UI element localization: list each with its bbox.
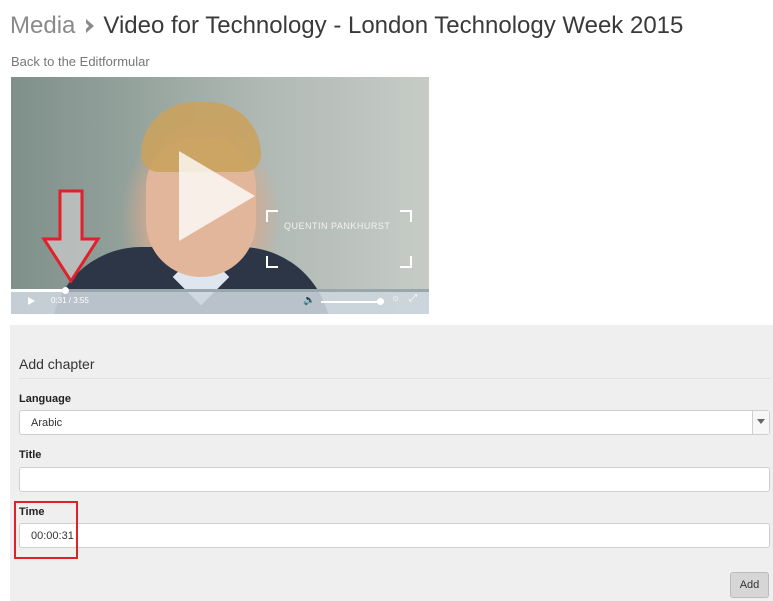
title-label: Title: [19, 449, 42, 461]
play-icon[interactable]: [28, 297, 35, 305]
time-input[interactable]: 00:00:31: [19, 523, 770, 548]
lower-third-name: QUENTIN PANKHURST: [284, 221, 391, 231]
frame-corner: [400, 210, 412, 222]
language-select[interactable]: Arabic: [19, 410, 770, 435]
video-player[interactable]: QUENTIN PANKHURST 0:31 / 3:55 🔈 ☼ ⤢: [11, 77, 429, 314]
progress-fill: [11, 289, 66, 292]
chevron-down-icon[interactable]: [752, 411, 769, 434]
frame-corner: [266, 210, 278, 222]
breadcrumb-media[interactable]: Media: [10, 12, 75, 40]
volume-handle[interactable]: [377, 298, 384, 305]
volume-icon[interactable]: 🔈: [303, 295, 315, 306]
volume-slider[interactable]: [321, 301, 381, 303]
lower-third-name-box: QUENTIN PANKHURST: [266, 210, 412, 268]
page-header: Media Video for Technology - London Tech…: [10, 9, 683, 43]
back-to-editformular-link[interactable]: Back to the Editformular: [11, 54, 150, 69]
frame-corner: [400, 256, 412, 268]
down-arrow-annotation-icon: [41, 189, 101, 284]
language-select-value: Arabic: [31, 417, 63, 429]
progress-handle[interactable]: [62, 287, 69, 294]
page-title: Video for Technology - London Technology…: [103, 12, 684, 39]
time-display: 0:31 / 3:55: [51, 296, 89, 305]
lightbulb-icon[interactable]: ☼: [391, 293, 400, 304]
frame-corner: [266, 256, 278, 268]
fullscreen-icon[interactable]: ⤢: [409, 293, 417, 304]
play-overlay-icon[interactable]: [179, 151, 255, 241]
language-label: Language: [19, 393, 71, 405]
chevron-right-icon: [83, 16, 97, 36]
add-button[interactable]: Add: [730, 572, 769, 598]
divider: [19, 378, 770, 379]
time-highlight-box: [14, 501, 78, 559]
add-chapter-panel: Add chapter Language Arabic Title Time 0…: [10, 325, 773, 601]
title-input[interactable]: [19, 467, 770, 492]
add-chapter-heading: Add chapter: [19, 356, 95, 372]
progress-track[interactable]: [11, 289, 429, 292]
